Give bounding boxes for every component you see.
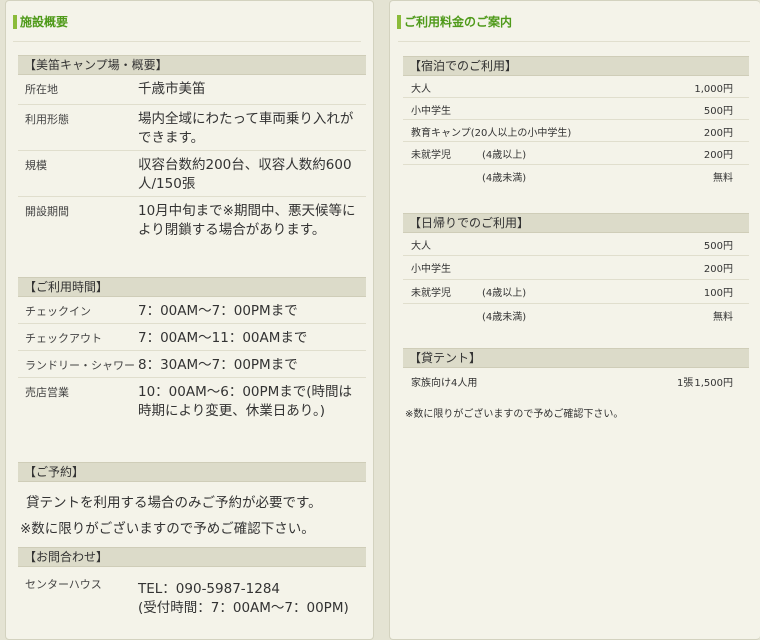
row-value: 10：00AM〜6：00PMまで(時間は時期により変更、休業日あり。) (138, 384, 353, 419)
row-value: 千歳市美笛 (138, 81, 206, 97)
row-label: 売店営業 (25, 386, 69, 399)
fee-price: 200円 (703, 264, 733, 275)
fee-label: 未就学児 (411, 288, 451, 299)
contact-heading: 【お問合わせ】 (18, 547, 366, 567)
table-row: 未就学児 (4歳以上) 100円 (403, 280, 749, 304)
title-divider (398, 41, 750, 42)
reservation-note: ※数に限りがございますので予めご確認下さい。 (20, 521, 315, 537)
contact-hours: (受付時間：7：00AM〜7：00PM) (138, 600, 349, 616)
day-heading: 【日帰りでのご利用】 (403, 213, 749, 233)
table-row: 売店営業 10：00AM〜6：00PMまで(時間は時期により変更、休業日あり。) (18, 378, 366, 446)
fee-label: 教育キャンプ(20人以上の小中学生) (411, 128, 572, 139)
table-row: 家族向け4人用 1張 1,500円 (403, 368, 749, 394)
table-row: 小中学生 200円 (403, 256, 749, 280)
table-row: 大人 500円 (403, 233, 749, 256)
fee-price: 100円 (703, 288, 733, 299)
fee-price: 500円 (703, 241, 733, 252)
fees-title: ご利用料金のご案内 (397, 15, 512, 29)
tent-price: 1,500円 (694, 378, 733, 389)
row-label: チェックアウト (25, 332, 102, 345)
row-value: 収容台数約200台、収容人数約600人/150張 (138, 157, 352, 192)
fee-price: 500円 (703, 106, 733, 117)
tent-label: 家族向け4人用 (411, 378, 478, 389)
fee-label: 未就学児 (411, 150, 451, 161)
row-label: 開設期間 (25, 205, 69, 218)
fee-sublabel: (4歳未満) (482, 173, 527, 184)
reservation-text: 貸テントを利用する場合のみご予約が必要です。 (26, 495, 322, 511)
tent-qty: 1張 (677, 378, 694, 389)
reservation-heading: 【ご予約】 (18, 462, 366, 482)
table-row: 教育キャンプ(20人以上の小中学生) 200円 (403, 120, 749, 142)
fee-label: 大人 (411, 84, 431, 95)
table-row: チェックアウト 7：00AM〜11：00AMまで (18, 324, 366, 351)
fee-sublabel: (4歳以上) (482, 288, 527, 299)
contact-row: センターハウス TEL：090-5987-1284 (受付時間：7：00AM〜7… (18, 567, 366, 627)
fee-sublabel: (4歳未満) (482, 312, 527, 323)
table-row: 利用形態 場内全域にわたって車両乗り入れができます。 (18, 105, 366, 151)
facility-title: 施設概要 (13, 15, 68, 29)
row-value: 10月中旬まで※期間中、悪天候等により閉鎖する場合があります。 (138, 203, 356, 238)
fee-price: 200円 (703, 128, 733, 139)
table-row: 所在地 千歳市美笛 (18, 75, 366, 105)
row-value: 7：00AM〜11：00AMまで (138, 330, 308, 346)
title-divider (13, 41, 361, 42)
table-row: (4歳未満) 無料 (403, 304, 749, 328)
overview-heading: 【美笛キャンプ場・概要】 (18, 55, 366, 75)
fee-price: 無料 (713, 312, 733, 323)
table-row: 大人 1,000円 (403, 76, 749, 98)
row-label: ランドリー・シャワー (25, 359, 135, 372)
facility-overview-panel: 施設概要 【美笛キャンプ場・概要】 所在地 千歳市美笛 利用形態 場内全域にわた… (5, 0, 374, 640)
table-row: ランドリー・シャワー 8：30AM〜7：00PMまで (18, 351, 366, 378)
fee-label: 小中学生 (411, 106, 451, 117)
contact-tel: TEL：090-5987-1284 (138, 581, 281, 597)
fees-note: ※数に限りがございますので予めご確認下さい。 (405, 409, 624, 420)
fee-sublabel: (4歳以上) (482, 150, 527, 161)
table-row: 小中学生 500円 (403, 98, 749, 120)
row-label: チェックイン (25, 305, 91, 318)
table-row: 未就学児 (4歳以上) 200円 (403, 142, 749, 165)
table-row: (4歳未満) 無料 (403, 165, 749, 189)
row-label: 規模 (25, 159, 47, 172)
row-value: 7：00AM〜7：00PMまで (138, 303, 298, 319)
fee-label: 小中学生 (411, 264, 451, 275)
fee-label: 大人 (411, 241, 431, 252)
table-row: 規模 収容台数約200台、収容人数約600人/150張 (18, 151, 366, 197)
overnight-heading: 【宿泊でのご利用】 (403, 56, 749, 76)
contact-label: センターハウス (25, 578, 102, 591)
row-value: 8：30AM〜7：00PMまで (138, 357, 298, 373)
row-value: 場内全域にわたって車両乗り入れができます。 (138, 111, 354, 146)
row-label: 所在地 (25, 83, 58, 96)
hours-heading: 【ご利用時間】 (18, 277, 366, 297)
table-row: 開設期間 10月中旬まで※期間中、悪天候等により閉鎖する場合があります。 (18, 197, 366, 263)
fees-panel: ご利用料金のご案内 【宿泊でのご利用】 大人 1,000円 小中学生 500円 … (389, 0, 760, 640)
row-label: 利用形態 (25, 113, 69, 126)
fee-price: 200円 (703, 150, 733, 161)
table-row: チェックイン 7：00AM〜7：00PMまで (18, 297, 366, 324)
fee-price: 1,000円 (694, 84, 733, 95)
fee-price: 無料 (713, 173, 733, 184)
tent-heading: 【貸テント】 (403, 348, 749, 368)
